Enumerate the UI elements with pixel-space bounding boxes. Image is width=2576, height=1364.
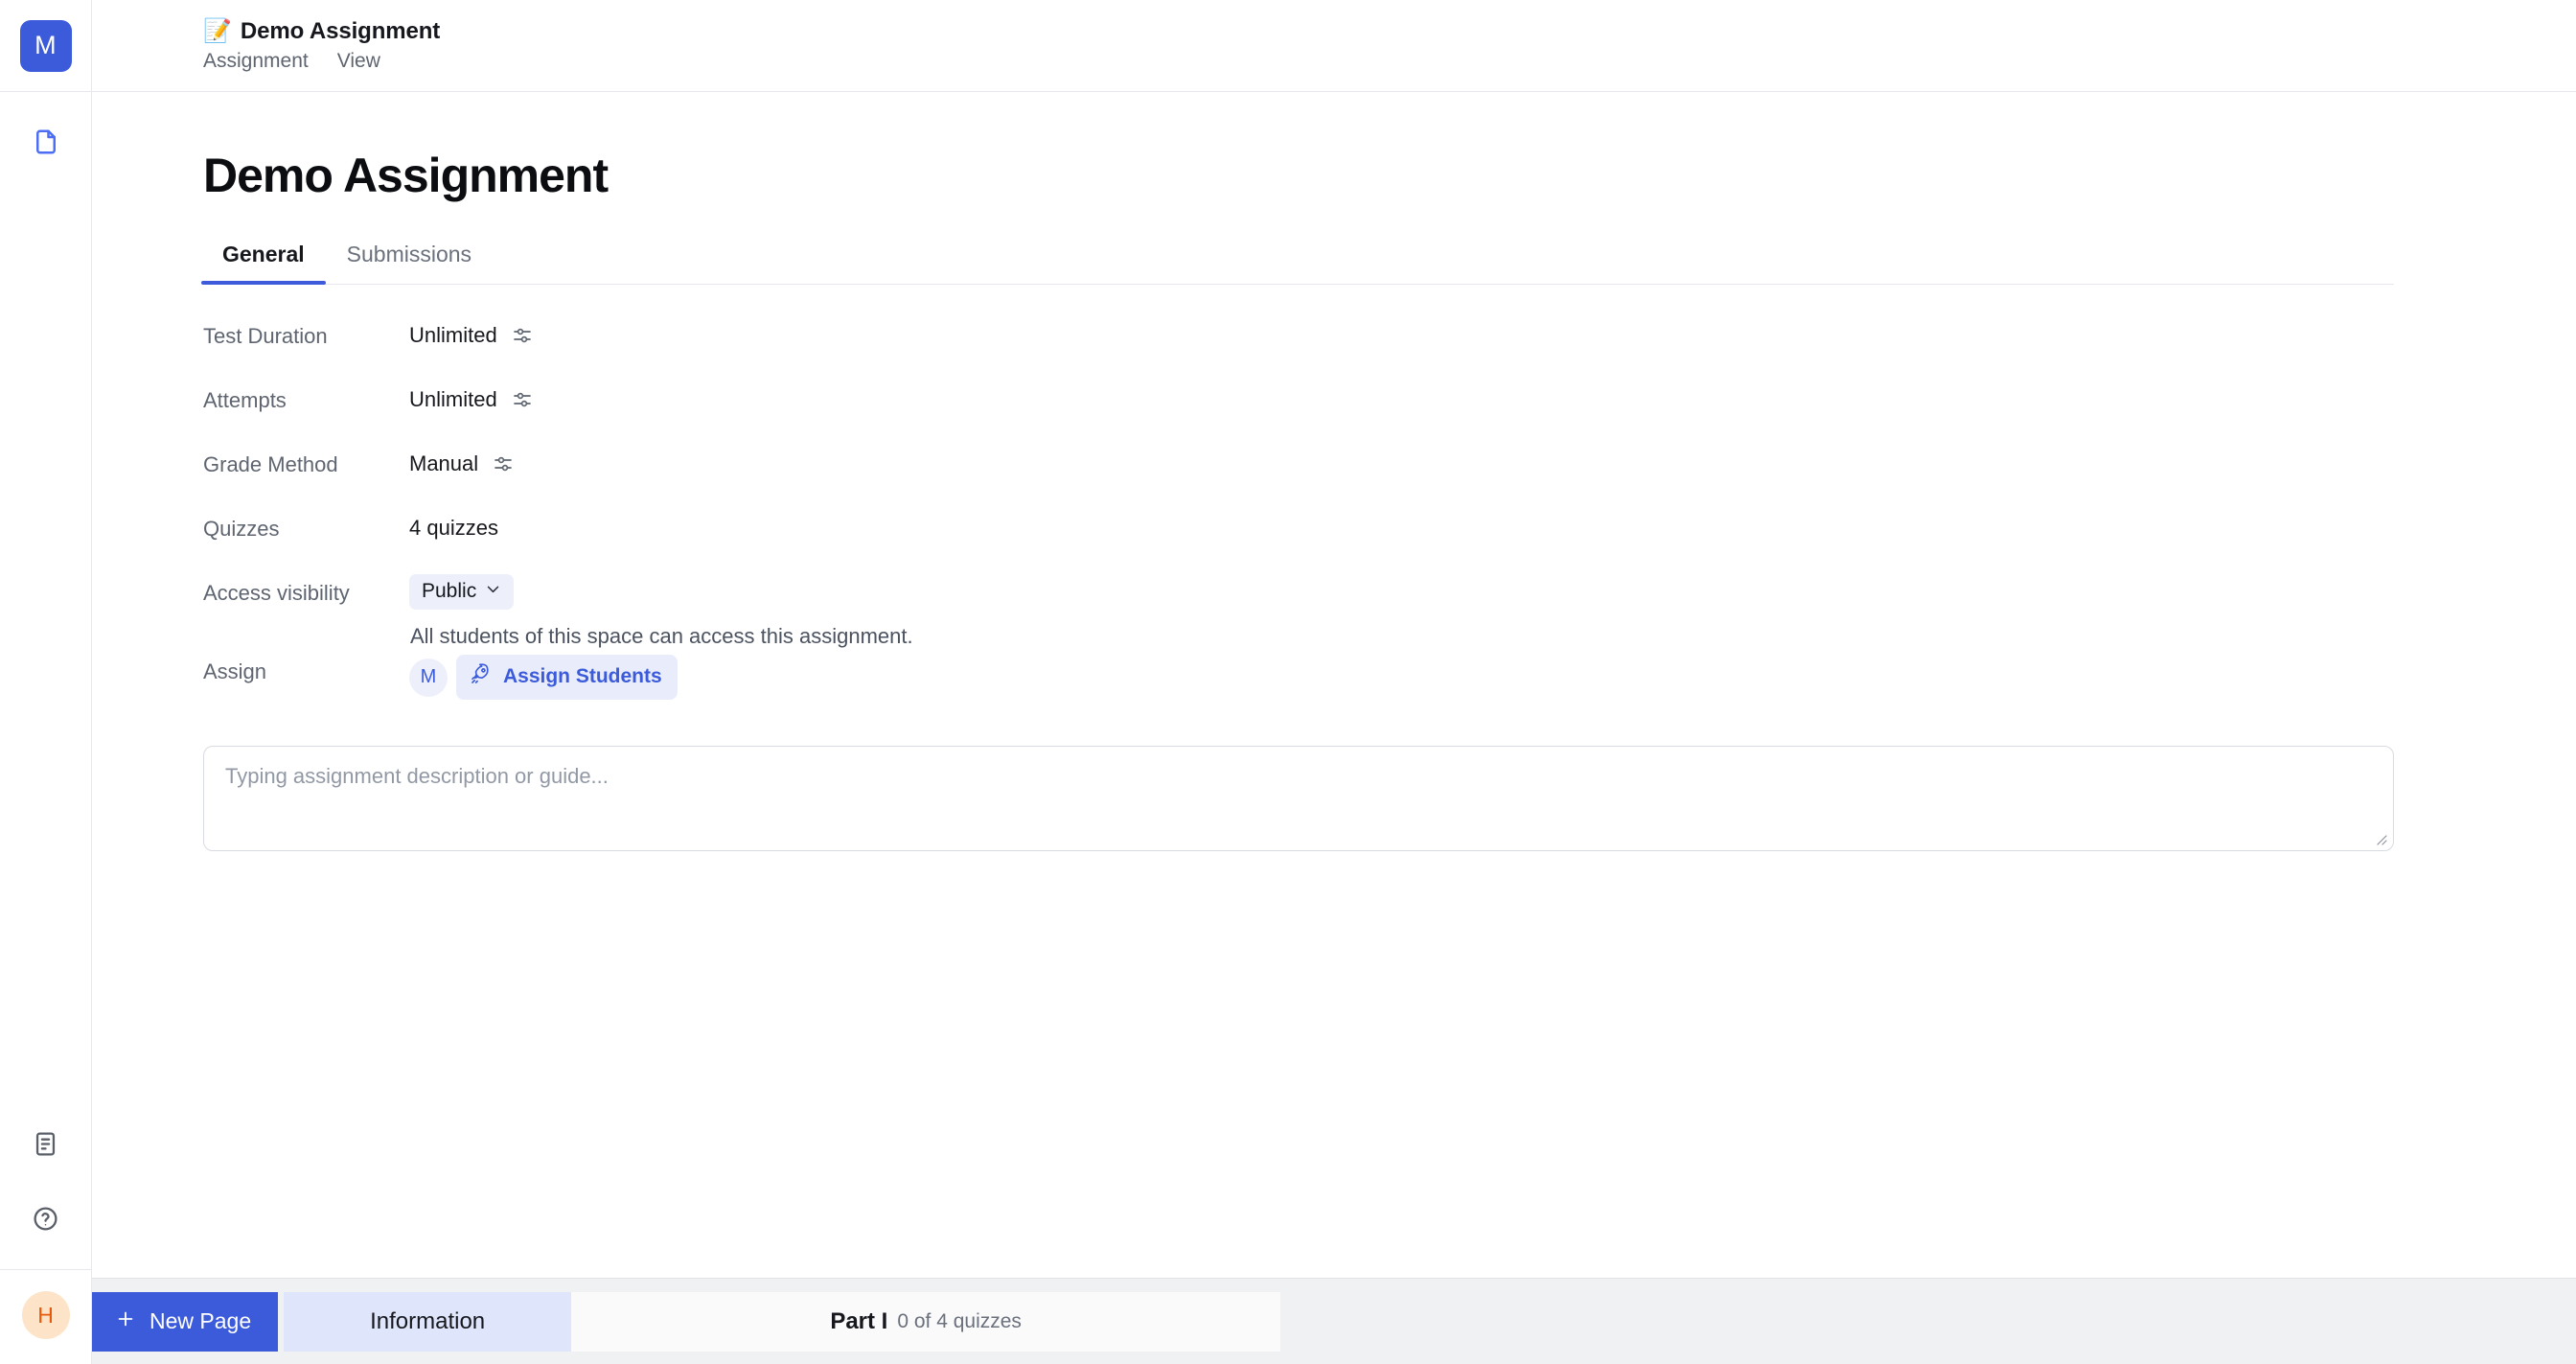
access-visibility-value: Public [422, 580, 477, 602]
label-assign: Assign [203, 659, 267, 683]
value-test-duration-group: Unlimited [409, 313, 534, 348]
breadcrumb: Assignment View [203, 50, 2576, 73]
rail-workspace-header: M [0, 0, 91, 92]
plus-icon [115, 1308, 136, 1335]
sliders-icon[interactable] [492, 452, 515, 475]
assign-students-button[interactable]: Assign Students [456, 655, 678, 700]
label-grade-method: Grade Method [203, 452, 338, 476]
page-title: Demo Assignment [203, 149, 609, 202]
bottom-tab-information[interactable]: Information [284, 1291, 572, 1352]
row-attempts: Attempts Unlimited [203, 378, 2576, 442]
page-content: Demo Assignment General Submissions Test… [92, 92, 2576, 1278]
settings-list: Test Duration Unlimited Attempts Unlimit… [203, 313, 2576, 713]
sliders-icon[interactable] [511, 324, 534, 347]
bottom-tab-part-1-label: Part I [830, 1307, 888, 1334]
notes-icon [32, 1130, 59, 1163]
description-input[interactable] [203, 746, 2394, 851]
assigned-avatar[interactable]: M [409, 658, 448, 697]
bottom-tab-information-label: Information [370, 1307, 486, 1334]
tab-bar: General Submissions [201, 242, 2394, 285]
topbar: 📝 Demo Assignment Assignment View [92, 0, 2576, 92]
memo-icon: 📝 [203, 18, 232, 44]
row-test-duration: Test Duration Unlimited [203, 313, 2576, 378]
app-window: M H 📝 Demo Assignment Assignment View De… [0, 0, 2576, 1364]
value-grade-method-group: Manual [409, 442, 515, 476]
tab-submissions[interactable]: Submissions [326, 242, 493, 284]
topbar-title[interactable]: Demo Assignment [241, 18, 440, 45]
help-icon [32, 1205, 59, 1237]
row-assign: Assign M Assign Students [203, 649, 2576, 713]
workspace-badge[interactable]: M [19, 19, 72, 72]
value-test-duration: Unlimited [409, 323, 497, 347]
sidebar-item-notes[interactable] [19, 1120, 73, 1173]
value-attempts: Unlimited [409, 387, 497, 411]
description-wrapper [203, 746, 2394, 851]
document-icon [32, 127, 60, 161]
label-attempts: Attempts [203, 388, 287, 412]
rail-bottom-nav: H [0, 1120, 91, 1364]
sidebar-item-help[interactable] [19, 1194, 73, 1248]
bottom-tab-part-1-meta: 0 of 4 quizzes [897, 1309, 1022, 1332]
label-quizzes: Quizzes [203, 517, 280, 541]
sidebar-item-pages[interactable] [19, 117, 73, 171]
tab-general[interactable]: General [201, 242, 326, 285]
breadcrumb-item-view[interactable]: View [337, 50, 380, 73]
bottom-tab-part-1[interactable]: Part I 0 of 4 quizzes [571, 1291, 1281, 1352]
value-access-visibility-group: Public All students of this space can ac… [409, 570, 913, 649]
assign-students-label: Assign Students [503, 665, 662, 687]
rocket-icon [470, 662, 493, 691]
row-access-visibility: Access visibility Public All students of… [203, 570, 2576, 649]
topbar-title-row: 📝 Demo Assignment [203, 18, 2576, 45]
value-quizzes-group: 4 quizzes [409, 506, 498, 541]
value-attempts-group: Unlimited [409, 378, 534, 412]
chevron-down-icon [485, 580, 501, 603]
user-avatar[interactable]: H [21, 1291, 70, 1339]
label-access-visibility: Access visibility [203, 581, 350, 605]
access-visibility-helper: All students of this space can access th… [410, 624, 913, 648]
new-page-button[interactable]: New Page [92, 1291, 279, 1352]
assign-chip-group: M Assign Students [409, 649, 678, 700]
rail-divider [0, 1269, 91, 1270]
breadcrumb-item-assignment[interactable]: Assignment [203, 50, 309, 73]
sliders-icon[interactable] [511, 388, 534, 411]
row-grade-method: Grade Method Manual [203, 442, 2576, 506]
label-test-duration: Test Duration [203, 324, 328, 348]
value-grade-method: Manual [409, 451, 479, 475]
value-quizzes: 4 quizzes [409, 516, 498, 540]
bottom-bar: New Page Information Part I 0 of 4 quizz… [92, 1278, 2576, 1364]
access-visibility-select[interactable]: Public [409, 574, 515, 610]
new-page-label: New Page [150, 1308, 252, 1333]
row-quizzes: Quizzes 4 quizzes [203, 506, 2576, 570]
rail-nav [0, 92, 91, 171]
main-column: 📝 Demo Assignment Assignment View Demo A… [92, 0, 2576, 1364]
left-rail: M H [0, 0, 92, 1364]
